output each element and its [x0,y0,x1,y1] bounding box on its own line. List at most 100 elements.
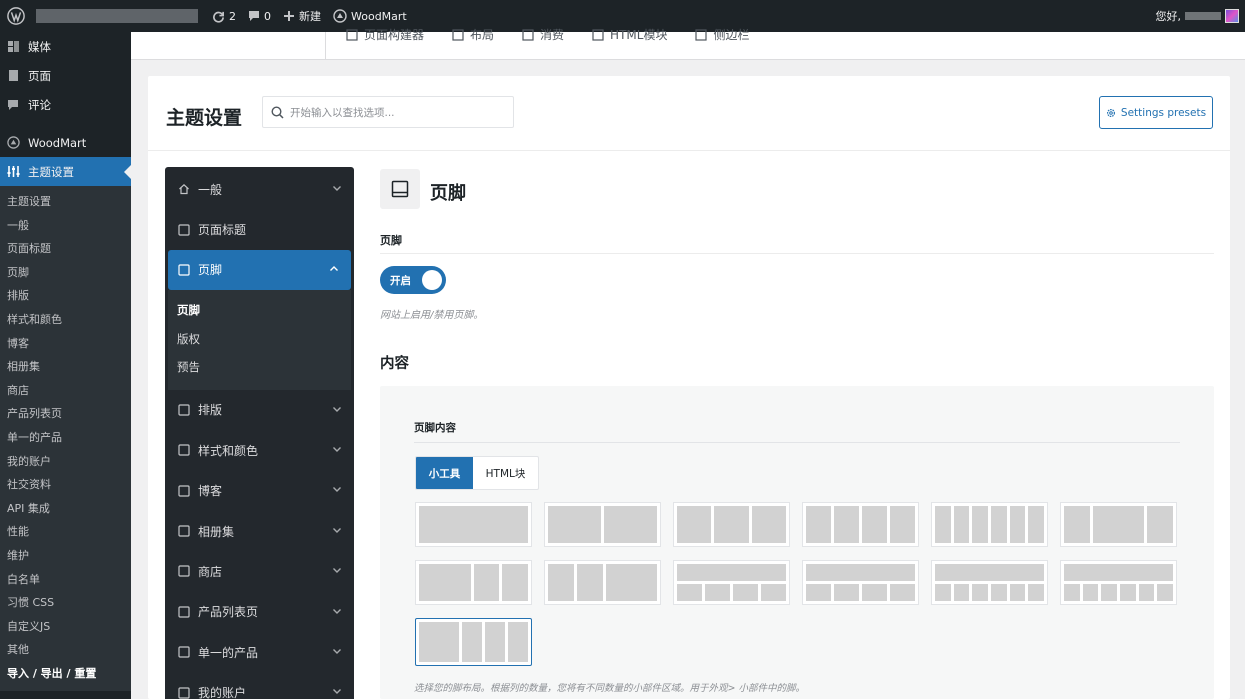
new-content-link[interactable]: 新建 [277,0,327,32]
settings-presets-button[interactable]: Settings presets [1099,96,1213,129]
nav-item[interactable]: 商店 [165,551,354,591]
submenu-item[interactable]: 产品列表页 [0,402,131,426]
nav-item[interactable]: 页面标题 [165,209,354,249]
layout-column [991,584,1007,601]
chevron-down-icon [332,484,342,494]
builder-tab[interactable]: HTML模块 [592,26,667,43]
submenu-item[interactable]: 习惯 CSS [0,591,131,615]
submenu-item[interactable]: 性能 [0,520,131,544]
nav-subitem[interactable]: 页脚 [168,296,351,325]
footer-layout-panel: 页脚内容 小工具 HTML块 选择您的脚布局。根据列的数量，您将有不同数量的小部… [380,386,1214,699]
nav-item[interactable]: 我的账户 [165,672,354,699]
sidebar-item-pages[interactable]: 页面 [0,61,131,90]
layout-column [1064,564,1173,581]
sidebar-item-woodmart[interactable]: WoodMart [0,128,131,157]
comments-link[interactable]: 0 [242,0,277,32]
submenu-item[interactable]: 样式和颜色 [0,308,131,332]
nav-item[interactable]: 产品列表页 [165,592,354,632]
footer-layout-option[interactable] [544,502,661,547]
cart-icon [177,565,190,578]
footer-layout-option[interactable] [1060,502,1177,547]
tab-label: 消费 [540,28,565,42]
sidebar-item-media[interactable]: 媒体 [0,32,131,61]
footer-layout-option[interactable] [415,502,532,547]
footer-layout-option[interactable] [1060,560,1177,605]
submenu-item[interactable]: API 集成 [0,497,131,521]
nav-item[interactable]: 样式和颜色 [165,430,354,470]
sidebar-item-theme-settings[interactable]: 主题设置 [0,157,131,186]
search-icon [271,105,284,119]
nav-subitem[interactable]: 预告 [168,353,351,382]
nav-subitems: 页脚 版权 预告 [168,290,351,390]
layout-column [806,564,915,581]
layout-column [604,506,657,543]
nav-item[interactable]: 单一的产品 [165,632,354,672]
builder-tab[interactable]: 布局 [452,26,494,43]
sidebar-item-comments[interactable]: 评论 [0,90,131,119]
site-name-blurred[interactable] [36,9,198,23]
tab-widgets[interactable]: 小工具 [416,457,473,489]
submenu-item[interactable]: 一般 [0,214,131,238]
greeting: 您好, [1155,10,1182,23]
footer-layout-option[interactable] [802,502,919,547]
submenu-item[interactable]: 相册集 [0,355,131,379]
layout-column [576,564,603,601]
footer-layout-option[interactable] [544,560,661,605]
nav-item[interactable]: 一般 [165,169,354,209]
layout-column [1101,584,1118,601]
divider [380,253,1214,254]
submenu-item[interactable]: 我的账户 [0,450,131,474]
layout-column [1092,506,1145,543]
sidebar-item-label: 主题设置 [28,164,74,179]
builder-tab[interactable]: 侧边栏 [695,26,749,43]
submenu-item[interactable]: 单一的产品 [0,426,131,450]
submenu-item[interactable]: 白名单 [0,568,131,592]
submenu-item[interactable]: 商店 [0,379,131,403]
submenu-item[interactable]: 自定义JS [0,615,131,639]
submenu-item[interactable]: 页面标题 [0,237,131,261]
submenu-item[interactable]: 博客 [0,332,131,356]
submenu-item[interactable]: 页脚 [0,261,131,285]
content-heading: 内容 [380,356,409,372]
builder-tab[interactable]: 消费 [522,26,564,43]
footer-layout-option[interactable] [802,560,919,605]
wordpress-logo-icon[interactable] [0,0,32,32]
submenu-item[interactable]: 维护 [0,544,131,568]
footer-layout-option[interactable] [931,560,1048,605]
layout-column [462,622,482,662]
tab-label: HTML模块 [610,28,668,42]
footer-layout-option[interactable] [673,560,790,605]
chevron-down-icon [332,686,342,696]
nav-item[interactable]: 相册集 [165,511,354,551]
submenu-item[interactable]: 其他 [0,638,131,662]
builder-tab[interactable]: 页面构建器 [346,26,424,43]
my-account-link[interactable]: 您好, [1150,0,1245,32]
layout-column [834,506,859,543]
footer-layout-option[interactable] [931,502,1048,547]
updates-link[interactable]: 2 [206,0,242,32]
footer-layout-option[interactable] [415,618,532,666]
submenu-item[interactable]: 主题设置 [0,190,131,214]
layout-column [677,506,712,543]
submenu-item[interactable]: 社交资料 [0,473,131,497]
nav-item[interactable]: 博客 [165,470,354,510]
submenu-item[interactable]: 导入 / 导出 / 重置 [0,662,131,686]
nav-item[interactable]: 排版 [165,390,354,430]
layout-column [862,584,887,601]
search-input[interactable]: 开始输入以查找选项... [262,96,514,128]
layout-column [972,506,989,543]
nav-subitem[interactable]: 版权 [168,325,351,354]
footer-layout-option[interactable] [673,502,790,547]
toggle-state-label: 开启 [390,274,411,287]
layout-column [991,506,1007,543]
bag-icon [177,646,190,659]
sliders-icon [6,165,20,179]
layout-column [1147,506,1173,543]
chevron-down-icon [332,183,342,193]
layout-column [733,584,758,601]
tab-html-block[interactable]: HTML块 [473,457,538,489]
footer-enable-toggle[interactable]: 开启 [380,266,446,294]
nav-item[interactable]: 页脚 [168,249,351,291]
footer-layout-option[interactable] [415,560,532,605]
submenu-item[interactable]: 排版 [0,284,131,308]
